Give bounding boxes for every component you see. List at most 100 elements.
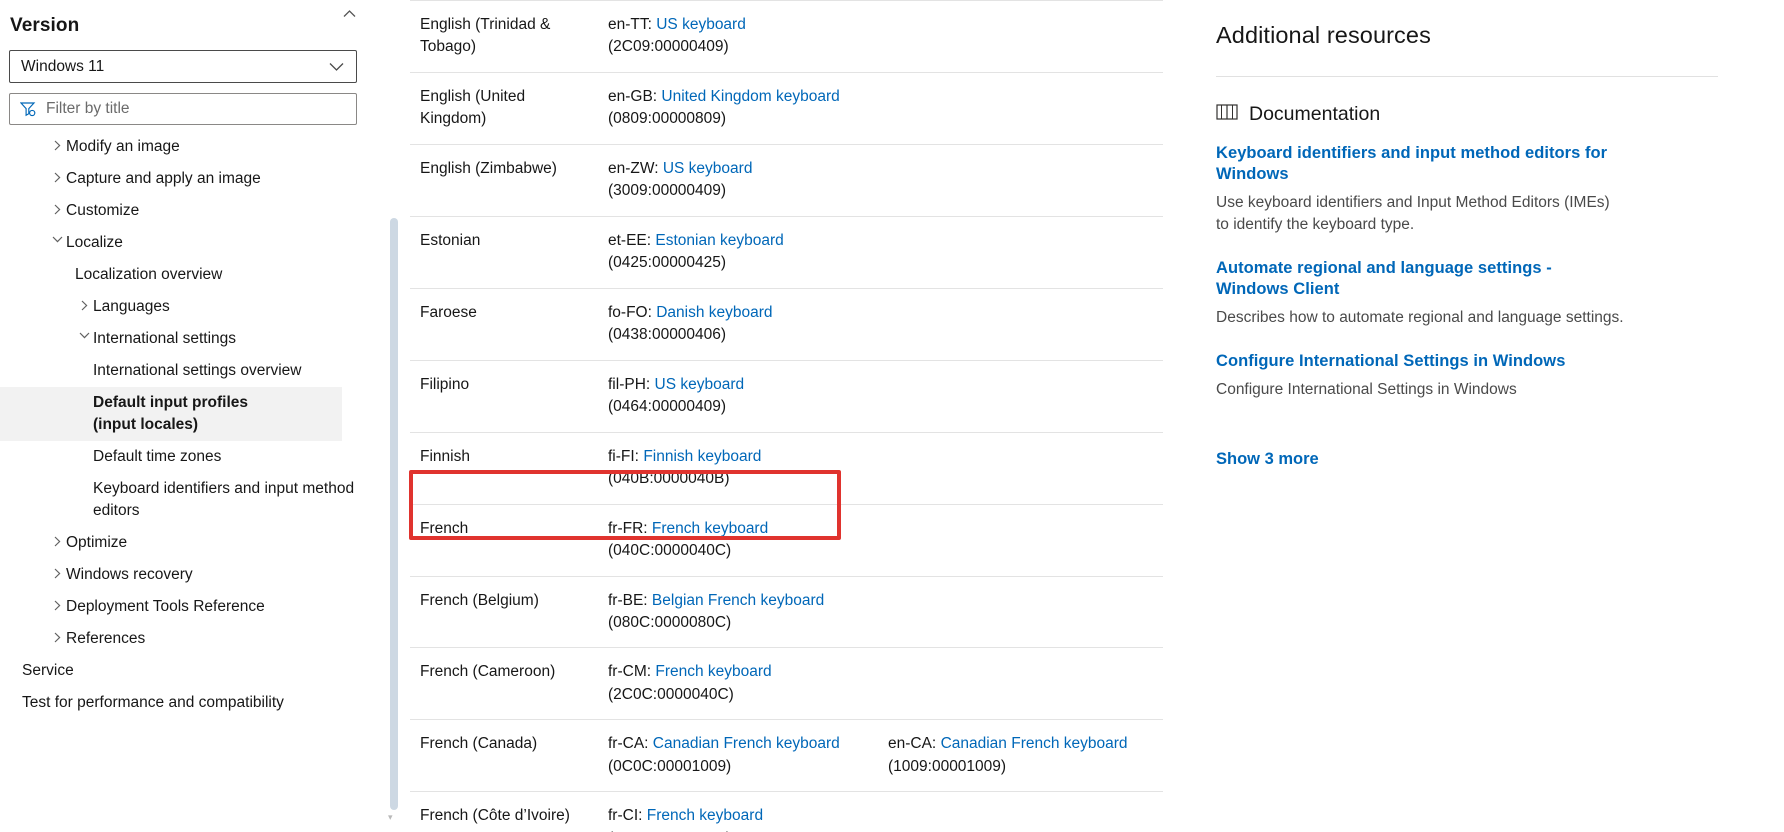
keyboard-layout-link[interactable]: Belgian French keyboard [652, 592, 824, 609]
toc-item-default-time-zones[interactable]: Default time zones [0, 441, 400, 473]
toc-item-optimize[interactable]: Optimize [0, 527, 400, 559]
table-cell-input-profile [878, 72, 1163, 144]
toc-item-customize[interactable]: Customize [0, 195, 400, 227]
locale-code: en-GB: [608, 88, 661, 105]
toc-item-modify-an-image[interactable]: Modify an image [0, 131, 400, 163]
toc-item-test-for-performance-and-compatibility[interactable]: Test for performance and compatibility [0, 687, 400, 719]
collapse-all-icon[interactable] [343, 10, 356, 18]
table-cell-input-profile: fr-BE: Belgian French keyboard (080C:000… [598, 576, 878, 648]
toc-item-label: References [66, 628, 153, 650]
keyboard-layout-link[interactable]: United Kingdom keyboard [661, 88, 839, 105]
keyboard-identifier-code: (0438:00000406) [608, 326, 726, 343]
book-icon [1216, 103, 1238, 126]
table-row: Faroesefo-FO: Danish keyboard (0438:0000… [410, 288, 1163, 360]
table-cell-input-profile [878, 792, 1163, 832]
resource-item: Keyboard identifiers and input method ed… [1216, 143, 1626, 236]
keyboard-layout-link[interactable]: US keyboard [655, 376, 745, 393]
chevron-right-icon[interactable] [48, 136, 66, 151]
scroll-down-arrow-icon[interactable]: ▾ [388, 812, 393, 823]
table-cell-input-profile [878, 1, 1163, 73]
chevron-right-icon[interactable] [48, 628, 66, 643]
table-cell-language: Filipino [410, 360, 598, 432]
keyboard-identifier-code: (040B:0000040B) [608, 470, 730, 487]
table-cell-input-profile: en-TT: US keyboard (2C09:00000409) [598, 1, 878, 73]
toc-item-international-settings[interactable]: International settings [0, 323, 400, 355]
keyboard-layout-link[interactable]: Canadian French keyboard [653, 735, 840, 752]
keyboard-layout-link[interactable]: Canadian French keyboard [941, 735, 1128, 752]
toc-item-service[interactable]: Service [0, 655, 400, 687]
chevron-right-icon[interactable] [48, 564, 66, 579]
table-cell-input-profile: fi-FI: Finnish keyboard (040B:0000040B) [598, 432, 878, 504]
toc-item-label: Deployment Tools Reference [66, 596, 273, 618]
filter-input-wrapper[interactable] [9, 93, 357, 125]
keyboard-layout-link[interactable]: US keyboard [663, 160, 753, 177]
version-dropdown[interactable]: Windows 11 [9, 50, 357, 83]
toc-item-label: Windows recovery [66, 564, 201, 586]
keyboard-layout-link[interactable]: Estonian keyboard [655, 232, 783, 249]
toc-item-label: Test for performance and compatibility [22, 692, 292, 714]
chevron-down-icon[interactable] [48, 232, 66, 243]
sidebar-scrollbar-thumb[interactable] [390, 218, 398, 810]
chevron-right-icon[interactable] [48, 168, 66, 183]
toc-item-windows-recovery[interactable]: Windows recovery [0, 559, 400, 591]
table-cell-language: English (Trinidad & Tobago) [410, 1, 598, 73]
keyboard-identifier-code: (1009:00001009) [888, 758, 1006, 775]
keyboard-layout-link[interactable]: French keyboard [652, 520, 768, 537]
chevron-right-icon[interactable] [48, 532, 66, 547]
documentation-page: Version Windows 11 Modify an imageCaptur… [0, 0, 1784, 832]
resource-list: Keyboard identifiers and input method ed… [1216, 143, 1626, 422]
filter-input[interactable] [37, 95, 307, 123]
table-cell-input-profile: fr-CA: Canadian French keyboard (0C0C:00… [598, 720, 878, 792]
chevron-right-icon[interactable] [75, 296, 93, 311]
keyboard-layout-link[interactable]: Finnish keyboard [643, 448, 761, 465]
table-row: Finnishfi-FI: Finnish keyboard (040B:000… [410, 432, 1163, 504]
toc-item-label: Keyboard identifiers and input method ed… [93, 478, 400, 522]
table-cell-language: Faroese [410, 288, 598, 360]
table-cell-input-profile [878, 576, 1163, 648]
table-cell-language: French (Canada) [410, 720, 598, 792]
keyboard-identifier-code: (0C0C:00001009) [608, 758, 731, 775]
table-cell-language: English (United Kingdom) [410, 72, 598, 144]
keyboard-layout-link[interactable]: French keyboard [655, 663, 771, 680]
toc-item-capture-and-apply-an-image[interactable]: Capture and apply an image [0, 163, 400, 195]
toc-item-default-input-profiles-input-locales[interactable]: Default input profiles (input locales) [0, 387, 342, 441]
toc-item-label: Capture and apply an image [66, 168, 269, 190]
toc-item-localize[interactable]: Localize [0, 227, 400, 259]
chevron-right-icon[interactable] [48, 596, 66, 611]
locale-code: fi-FI: [608, 448, 643, 465]
toc-item-localization-overview[interactable]: Localization overview [0, 259, 400, 291]
panel-divider [1216, 76, 1718, 77]
table-cell-input-profile: et-EE: Estonian keyboard (0425:00000425) [598, 216, 878, 288]
show-more-link[interactable]: Show 3 more [1216, 450, 1319, 469]
keyboard-identifiers-table: English (Trinidad & Tobago)en-TT: US key… [410, 0, 1163, 832]
toc-item-international-settings-overview[interactable]: International settings overview [0, 355, 400, 387]
toc-item-label: Optimize [66, 532, 135, 554]
keyboard-identifier-code: (0425:00000425) [608, 254, 726, 271]
toc-item-references[interactable]: References [0, 623, 400, 655]
additional-resources-panel: Additional resources Documentation Keybo… [1163, 0, 1784, 832]
toc-item-label: Service [22, 660, 82, 682]
table-cell-language: French [410, 504, 598, 576]
table-cell-language: Finnish [410, 432, 598, 504]
toc-item-label: International settings [93, 328, 244, 350]
keyboard-identifier-code: (080C:0000080C) [608, 614, 731, 631]
keyboard-layout-link[interactable]: Danish keyboard [656, 304, 772, 321]
resource-link[interactable]: Configure International Settings in Wind… [1216, 351, 1626, 372]
toc-item-keyboard-identifiers-and-input-method-editors[interactable]: Keyboard identifiers and input method ed… [0, 473, 400, 527]
keyboard-layout-link[interactable]: US keyboard [656, 16, 746, 33]
version-dropdown-value: Windows 11 [10, 58, 329, 76]
table-row: French (Cameroon)fr-CM: French keyboard … [410, 648, 1163, 720]
table-cell-language: French (Cameroon) [410, 648, 598, 720]
resource-link[interactable]: Keyboard identifiers and input method ed… [1216, 143, 1626, 185]
resource-link[interactable]: Automate regional and language settings … [1216, 258, 1626, 300]
chevron-right-icon[interactable] [48, 200, 66, 215]
toc-item-label: Localize [66, 232, 131, 254]
table-row: French (Belgium)fr-BE: Belgian French ke… [410, 576, 1163, 648]
toc-item-languages[interactable]: Languages [0, 291, 400, 323]
toc-item-deployment-tools-reference[interactable]: Deployment Tools Reference [0, 591, 400, 623]
keyboard-layout-link[interactable]: French keyboard [647, 807, 763, 824]
table-cell-input-profile [878, 648, 1163, 720]
chevron-down-icon[interactable] [75, 328, 93, 339]
table-cell-input-profile [878, 432, 1163, 504]
table-cell-language: Estonian [410, 216, 598, 288]
